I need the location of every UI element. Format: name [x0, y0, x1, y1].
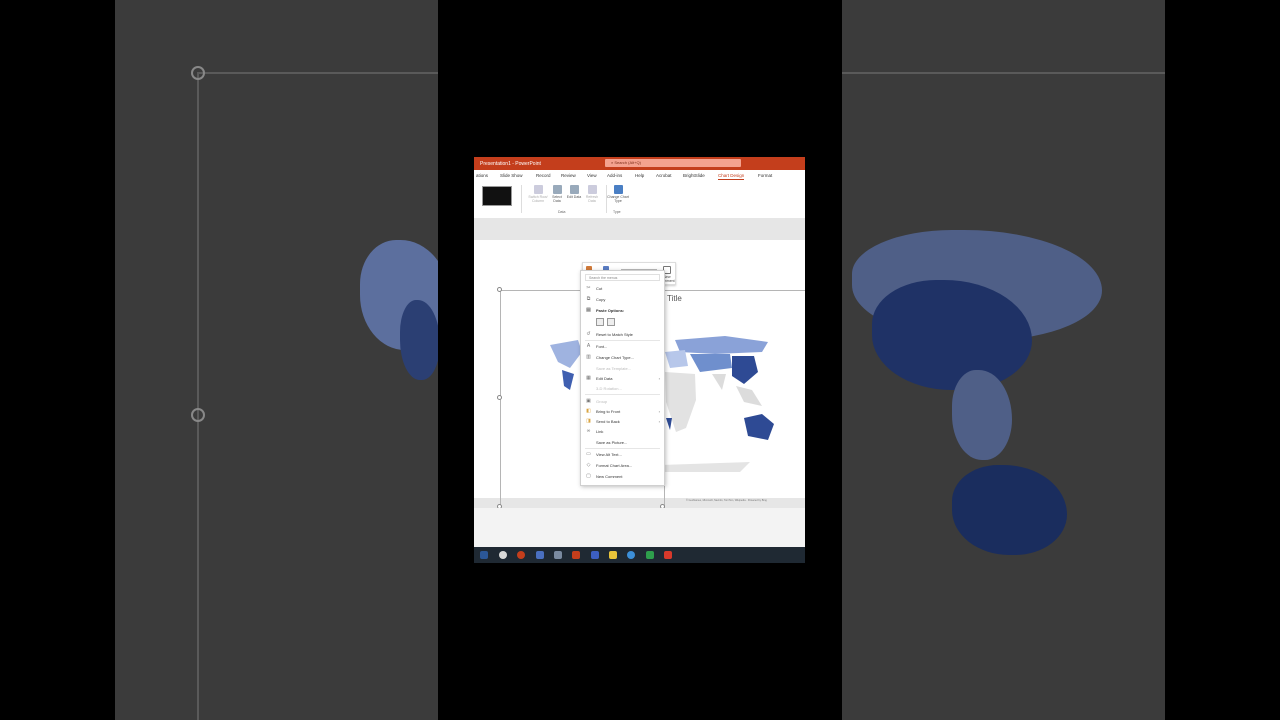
copy-icon: ⧉ [586, 296, 591, 302]
table-icon: ▦ [586, 375, 591, 381]
menu-item-cut[interactable]: ✂ Cut [581, 284, 664, 293]
app-icon[interactable] [664, 551, 672, 559]
ribbon: Switch Row/ Column Select Data Edit Data… [474, 181, 805, 219]
chevron-right-icon: › [658, 419, 660, 424]
paste-keep-formatting-icon[interactable] [596, 318, 604, 326]
blurred-map-shape [952, 465, 1067, 555]
tab-help[interactable]: Help [635, 173, 644, 178]
menu-item-3d-rotation[interactable]: 3-D Rotation... [581, 384, 664, 393]
tab-review[interactable]: Review [561, 173, 576, 178]
reset-style-icon: ↺ [586, 331, 591, 337]
window-title: Presentation1 - PowerPoint [480, 161, 541, 167]
scissors-icon: ✂ [586, 285, 591, 291]
menu-item-copy[interactable]: ⧉ Copy [581, 295, 664, 304]
context-menu: Search the menus ✂ Cut ⧉ Copy ▤ Paste Optio… [580, 270, 665, 486]
app-icon[interactable] [627, 551, 635, 559]
refresh-data-icon [587, 185, 597, 194]
tab-record[interactable]: Record [536, 173, 551, 178]
menu-item-group[interactable]: ▣ Group [581, 397, 664, 406]
menu-separator [585, 448, 660, 449]
group-icon: ▣ [586, 398, 591, 404]
teams-icon[interactable] [536, 551, 544, 559]
app-icon[interactable] [554, 551, 562, 559]
tab-chart-design[interactable]: Chart Design [718, 173, 745, 180]
blurred-background-right [842, 0, 1165, 720]
blurred-map-shape [952, 370, 1012, 460]
comment-icon: ▢ [586, 473, 591, 479]
chevron-right-icon: › [658, 376, 660, 381]
refresh-data-button[interactable]: Refresh Data [583, 185, 601, 203]
tab-slide-show[interactable]: Slide Show [500, 173, 523, 178]
menu-item-paste-options: ▤ Paste Options: [586, 307, 625, 314]
chevron-right-icon: › [658, 409, 660, 414]
menu-item-view-alt-text[interactable]: ▭ View Alt Text... [581, 450, 664, 459]
app-icon[interactable] [591, 551, 599, 559]
menu-item-save-as-picture[interactable]: Save as Picture... [581, 438, 664, 447]
menu-item-format-chart-area[interactable]: ◇ Format Chart Area... [581, 461, 664, 470]
switch-row-column-icon [533, 185, 543, 194]
title-bar: Presentation1 - PowerPoint ⌕ Search (Alt… [474, 157, 805, 170]
file-explorer-icon[interactable] [609, 551, 617, 559]
notes-area [474, 508, 805, 547]
resize-handle[interactable] [497, 287, 502, 292]
ribbon-separator [521, 185, 522, 213]
clipboard-icon: ▤ [586, 307, 591, 313]
tab-format[interactable]: Format [758, 173, 772, 178]
group-label-data: Data [558, 210, 566, 214]
powerpoint-icon[interactable] [572, 551, 580, 559]
menu-item-bring-to-front[interactable]: ◧ Bring to Front › [581, 407, 664, 416]
format-icon: ◇ [586, 462, 591, 468]
tab-animations[interactable]: ations [476, 173, 488, 178]
search-box[interactable]: ⌕ Search (Alt+Q) [605, 159, 741, 167]
search-placeholder: Search (Alt+Q) [614, 160, 641, 165]
switch-row-column-button[interactable]: Switch Row/ Column [527, 185, 549, 203]
menu-search-input[interactable]: Search the menus [585, 274, 660, 281]
link-icon: ∞ [586, 428, 591, 434]
chart-style-thumbnail[interactable] [482, 186, 512, 206]
resize-handle[interactable] [497, 395, 502, 400]
blurred-map-shape [400, 300, 438, 380]
bring-to-front-icon: ◧ [586, 408, 591, 414]
taskbar [474, 547, 805, 563]
select-data-icon [552, 185, 562, 194]
chart-area-border-right [663, 290, 805, 509]
tab-acrobat[interactable]: Acrobat [656, 173, 672, 178]
paste-picture-icon[interactable] [607, 318, 615, 326]
chrome-icon[interactable] [499, 551, 507, 559]
app-icon[interactable] [517, 551, 525, 559]
menu-item-link[interactable]: ∞ Link [581, 427, 664, 436]
menu-item-change-chart-type[interactable]: ▥ Change Chart Type... [581, 353, 664, 362]
alt-text-icon: ▭ [586, 451, 591, 457]
blurred-border-line [842, 72, 1165, 74]
blurred-handle [191, 66, 205, 80]
word-icon[interactable] [480, 551, 488, 559]
menu-separator [585, 340, 660, 341]
map-attribution: © GeoNames, Microsoft, Navinfo, TomTom, … [686, 499, 767, 502]
chart-icon: ▥ [586, 354, 591, 360]
change-chart-type-icon [613, 185, 623, 194]
edit-data-button[interactable]: Edit Data [566, 185, 582, 199]
select-data-button[interactable]: Select Data [549, 185, 565, 203]
change-chart-type-button[interactable]: Change Chart Type [607, 185, 629, 203]
app-icon[interactable] [646, 551, 654, 559]
menu-item-send-to-back[interactable]: ◨ Send to Back › [581, 417, 664, 426]
menu-item-new-comment[interactable]: ▢ New Comment [581, 472, 664, 481]
font-icon: A [586, 343, 591, 349]
menu-item-reset-to-match-style[interactable]: ↺ Reset to Match Style [581, 330, 664, 339]
blurred-handle [191, 408, 205, 422]
group-label-type: Type [613, 210, 621, 214]
blurred-background-left [115, 0, 438, 720]
send-to-back-icon: ◨ [586, 418, 591, 424]
tab-add-ins[interactable]: Add-ins [607, 173, 622, 178]
blurred-border-line [197, 72, 438, 74]
ribbon-tabs: ations Slide Show Record Review View Add… [474, 170, 805, 181]
menu-separator [585, 394, 660, 395]
tab-view[interactable]: View [587, 173, 597, 178]
menu-item-font[interactable]: A Font... [581, 342, 664, 351]
tab-brightslide[interactable]: BrightSlide [683, 173, 705, 178]
menu-item-save-as-template[interactable]: Save as Template... [581, 364, 664, 373]
blurred-border-line [197, 72, 199, 720]
edit-data-icon [569, 185, 579, 194]
menu-item-edit-data[interactable]: ▦ Edit Data › [581, 374, 664, 383]
